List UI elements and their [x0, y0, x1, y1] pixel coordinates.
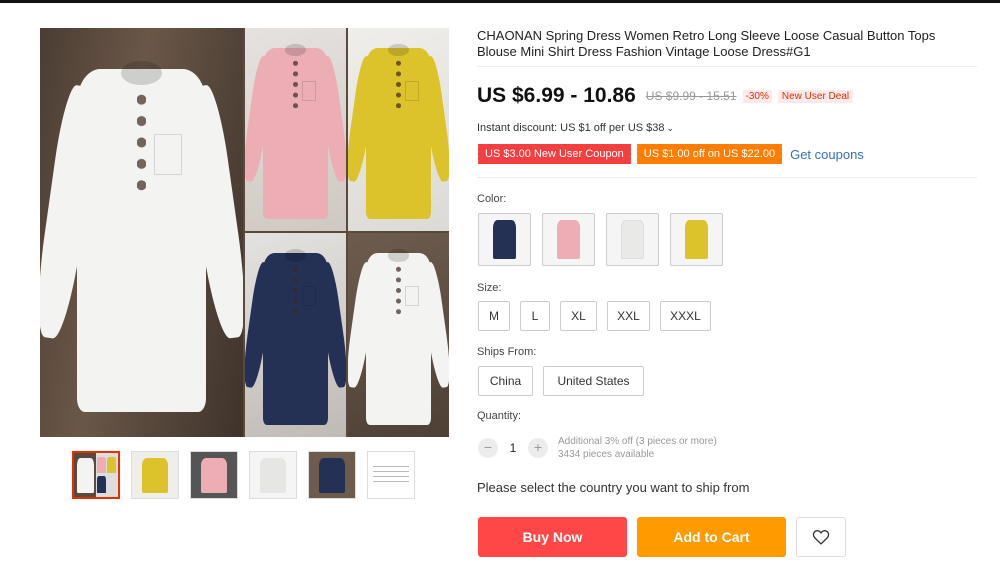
new-user-deal-badge: New User Deal: [777, 89, 854, 103]
chevron-down-icon: ⌄: [666, 123, 675, 133]
size-option-xxxl[interactable]: XXXL: [660, 301, 711, 331]
buy-now-button[interactable]: Buy Now: [478, 517, 627, 557]
color-options: [478, 213, 723, 266]
color-label: Color:: [477, 193, 507, 205]
color-option-navy[interactable]: [478, 213, 531, 266]
current-price: US $6.99 - 10.86: [477, 84, 636, 107]
white-dress-photo-2: [348, 233, 449, 437]
ships-from-label: Ships From:: [477, 346, 537, 358]
divider: [477, 66, 977, 67]
yellow-dress-photo: [348, 28, 449, 231]
product-title: CHAONAN Spring Dress Women Retro Long Sl…: [477, 28, 936, 59]
thumbnail-white[interactable]: [249, 451, 297, 499]
new-user-coupon[interactable]: US $3.00 New User Coupon: [476, 144, 631, 164]
product-info: CHAONAN Spring Dress Women Retro Long Sl…: [477, 28, 977, 67]
original-price: US $9.99 - 15.51: [645, 89, 737, 103]
color-option-yellow[interactable]: [670, 213, 723, 266]
size-option-xxl[interactable]: XXL: [607, 301, 650, 331]
stock-available: 3434 pieces available: [558, 449, 655, 460]
pink-dress-photo: [245, 28, 346, 231]
ship-option-china[interactable]: China: [478, 366, 533, 396]
store-coupon[interactable]: US $1.00 off on US $22.00: [634, 144, 783, 164]
white-dress-photo: [40, 28, 243, 437]
size-options: M L XL XXL XXXL: [478, 301, 711, 331]
thumbnail-collage[interactable]: [72, 451, 120, 499]
size-option-xl[interactable]: XL: [560, 301, 597, 331]
top-border: [0, 0, 1000, 3]
product-main-image[interactable]: [40, 28, 449, 437]
quantity-value[interactable]: 1: [498, 441, 528, 455]
ship-option-united-states[interactable]: United States: [543, 366, 644, 396]
divider: [477, 177, 977, 178]
discount-badge: -30%: [742, 89, 772, 103]
ships-from-options: China United States: [478, 366, 644, 396]
size-option-l[interactable]: L: [520, 301, 550, 331]
ship-country-message: Please select the country you want to sh…: [477, 480, 750, 495]
thumbnail-navy[interactable]: [308, 451, 356, 499]
thumbnail-size-chart[interactable]: [367, 451, 415, 499]
thumbnail-pink[interactable]: [190, 451, 238, 499]
instant-discount-text: Instant discount: US $1 off per US $38: [477, 122, 665, 134]
wishlist-button[interactable]: [796, 517, 846, 557]
price-row: US $6.99 - 10.86 US $9.99 - 15.51 -30% N…: [477, 84, 854, 108]
size-label: Size:: [477, 282, 502, 294]
quantity-label: Quantity:: [477, 410, 522, 422]
instant-discount[interactable]: Instant discount: US $1 off per US $38 ⌄: [477, 122, 674, 134]
add-to-cart-button[interactable]: Add to Cart: [637, 517, 786, 557]
get-coupons-link[interactable]: Get coupons: [790, 147, 864, 162]
bulk-discount-note: Additional 3% off (3 pieces or more): [558, 436, 717, 447]
heart-icon: [812, 530, 830, 545]
quantity-stepper: − 1 + Additional 3% off (3 pieces or mor…: [478, 435, 717, 461]
size-option-m[interactable]: M: [478, 301, 510, 331]
coupon-row: US $3.00 New User Coupon US $1.00 off on…: [476, 144, 864, 164]
quantity-decrease-button[interactable]: −: [478, 438, 498, 458]
quantity-increase-button[interactable]: +: [528, 438, 548, 458]
color-option-white[interactable]: [606, 213, 659, 266]
navy-dress-photo: [245, 233, 346, 437]
color-option-pink[interactable]: [542, 213, 595, 266]
image-thumbnails: [72, 451, 415, 499]
thumbnail-yellow[interactable]: [131, 451, 179, 499]
quantity-note: Additional 3% off (3 pieces or more) 343…: [558, 435, 717, 461]
